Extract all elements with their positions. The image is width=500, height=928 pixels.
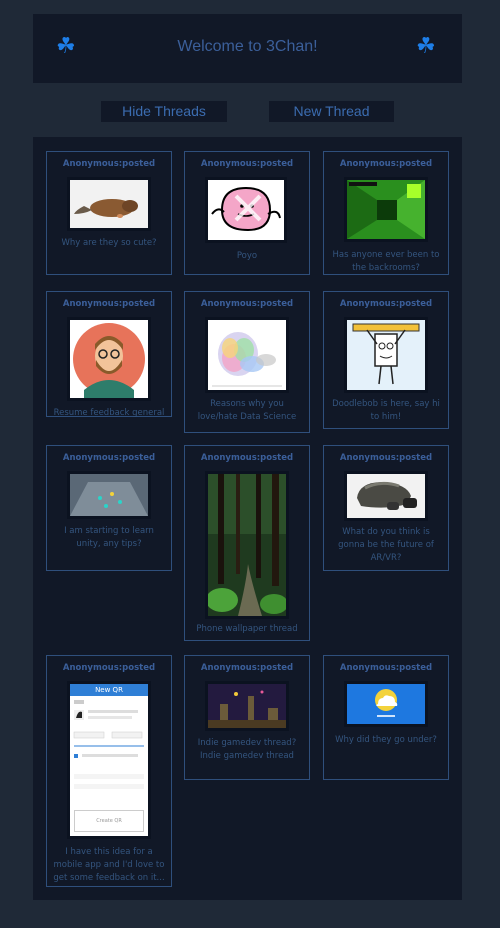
mobile-app-mockup[interactable]: New QR Create QR (67, 681, 151, 839)
clover-icon: ☘ (416, 34, 436, 59)
thread-card[interactable]: Anonymous:posted Why did they go under? (323, 655, 449, 780)
forest-path-photo[interactable] (205, 471, 289, 619)
cloud-logo-image[interactable] (344, 681, 428, 727)
page-title: Welcome to 3Chan! (177, 38, 318, 55)
bearded-man-avatar[interactable] (67, 317, 151, 401)
poster-label: Anonymous:posted (200, 663, 294, 673)
thread-caption: Resume feedback general (53, 408, 165, 418)
thread-caption: What do you think is gonna be the future… (338, 527, 434, 563)
poster-label: Anonymous:posted (62, 159, 156, 169)
poster-label: Anonymous:posted (62, 299, 156, 309)
poster-label: Anonymous:posted (200, 453, 294, 463)
thread-caption: Indie gamedev thread? Indie gamedev thre… (197, 738, 297, 761)
poster-label: Anonymous:posted (200, 299, 294, 309)
mockup-title: New QR (70, 684, 148, 696)
thread-caption: I have this idea for a mobile app and I'… (53, 847, 165, 883)
unity-scene-screenshot[interactable] (67, 471, 151, 519)
thread-card[interactable]: Anonymous:posted Phone wallpaper thread (184, 445, 310, 641)
thread-caption: I am starting to learn unity, any tips? (64, 526, 154, 549)
thread-caption: Poyo (236, 251, 258, 261)
poster-label: Anonymous:posted (62, 453, 156, 463)
poster-label: Anonymous:posted (339, 159, 433, 169)
thread-board: Anonymous:posted Why are they so cute? A… (33, 137, 462, 900)
pixel-game-screenshot[interactable] (205, 681, 289, 731)
green-corridor-screenshot[interactable] (344, 177, 428, 242)
thread-caption: Why are they so cute? (61, 238, 157, 248)
thread-caption: Has anyone ever been to the backrooms? (332, 250, 440, 273)
thread-card[interactable]: Anonymous:posted What do you think is go… (323, 445, 449, 571)
thread-card[interactable]: Anonymous:posted Indie gamedev thread? I… (184, 655, 310, 780)
thread-card[interactable]: Anonymous:posted Has anyone ever been to… (323, 151, 449, 275)
thread-card[interactable]: Anonymous:posted Doodlebob is here, say … (323, 291, 449, 429)
poster-label: Anonymous:posted (200, 159, 294, 169)
thread-card[interactable]: Anonymous:posted I am starting to learn … (46, 445, 172, 571)
thread-caption: Why did they go under? (335, 735, 437, 745)
poster-label: Anonymous:posted (339, 663, 433, 673)
new-thread-button[interactable]: New Thread (269, 101, 394, 122)
thread-caption: Reasons why you love/hate Data Science (197, 399, 297, 422)
hide-threads-button[interactable]: Hide Threads (101, 101, 227, 122)
thread-caption: Doodlebob is here, say hi to him! (332, 399, 440, 422)
platypus-photo[interactable] (67, 177, 151, 231)
thread-card[interactable]: Anonymous:posted Reasons why you love/ha… (184, 291, 310, 433)
poster-label: Anonymous:posted (339, 299, 433, 309)
pink-blob-drawing[interactable] (205, 177, 287, 243)
thread-card[interactable]: Anonymous:posted Poyo (184, 151, 310, 275)
poster-label: Anonymous:posted (339, 453, 433, 463)
thread-card[interactable]: Anonymous:posted Why are they so cute? (46, 151, 172, 275)
poster-label: Anonymous:posted (62, 663, 156, 673)
doodlebob-drawing[interactable] (344, 317, 428, 393)
create-qr-button[interactable]: Create QR (74, 810, 144, 832)
vr-headset-photo[interactable] (344, 471, 428, 521)
site-header: ☘ Welcome to 3Chan! ☘ (33, 14, 462, 83)
thread-card[interactable]: Anonymous:posted Resume feedback general (46, 291, 172, 418)
thread-caption: Phone wallpaper thread (196, 624, 298, 634)
thread-card[interactable]: Anonymous:posted New QR Create QR I have… (46, 655, 172, 887)
scatter-plot-image[interactable] (205, 317, 289, 393)
